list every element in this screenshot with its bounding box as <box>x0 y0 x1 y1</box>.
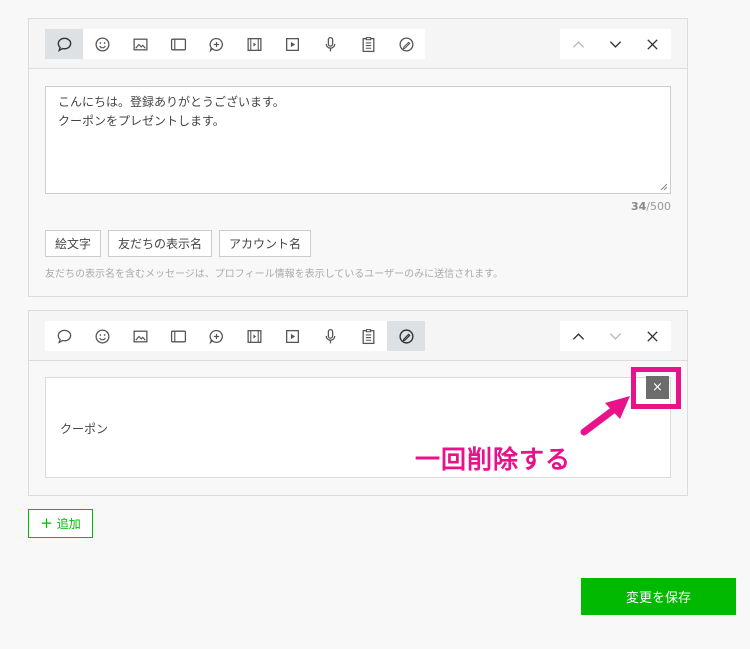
chevron-up-icon <box>572 332 585 340</box>
video-type-button[interactable] <box>235 321 273 351</box>
emoji-type-button[interactable] <box>83 321 121 351</box>
rich-message-type-button[interactable] <box>197 29 235 59</box>
chevron-down-icon <box>609 332 622 340</box>
card-type-button[interactable] <box>159 29 197 59</box>
text-type-button[interactable] <box>45 29 83 59</box>
add-message-button[interactable]: + 追加 <box>28 509 93 538</box>
coupon-type-button[interactable] <box>387 321 425 351</box>
text-bubble-icon <box>57 37 71 52</box>
resize-grip-icon[interactable] <box>660 183 668 191</box>
move-down-button[interactable] <box>597 29 634 59</box>
move-down-button[interactable] <box>597 321 634 351</box>
coupon-type-button[interactable] <box>387 29 425 59</box>
image-type-button[interactable] <box>121 321 159 351</box>
play-icon <box>285 329 299 343</box>
message-type-group <box>45 29 425 59</box>
play-icon <box>285 37 299 51</box>
template-type-button[interactable] <box>349 321 387 351</box>
rich-message-icon <box>208 329 223 344</box>
char-counter: 34/500 <box>631 200 671 213</box>
move-up-button[interactable] <box>560 321 597 351</box>
card-icon <box>170 38 186 50</box>
image-icon <box>132 38 148 50</box>
message-order-controls <box>560 321 671 351</box>
microphone-icon <box>325 36 335 51</box>
card-type-button[interactable] <box>159 321 197 351</box>
annotation-label: 一回削除する <box>415 445 572 474</box>
voice-type-button[interactable] <box>311 321 349 351</box>
microphone-icon <box>325 328 335 343</box>
message-card-1: こんにちは。登録ありがとうございます。 クーポンをプレゼントします。 34/50… <box>28 18 688 297</box>
chevron-down-icon <box>609 40 622 48</box>
clipboard-icon <box>362 36 374 52</box>
message-type-group <box>45 321 425 351</box>
card-icon <box>170 330 186 342</box>
coupon-label: クーポン <box>60 422 109 436</box>
move-up-button[interactable] <box>560 29 597 59</box>
image-type-button[interactable] <box>121 29 159 59</box>
video-frame-icon <box>246 37 262 51</box>
text-type-button[interactable] <box>45 321 83 351</box>
rich-message-icon <box>208 37 223 52</box>
message-type-toolbar <box>29 311 687 361</box>
message-text: こんにちは。登録ありがとうございます。 クーポンをプレゼントします。 <box>58 95 285 128</box>
annotation-arrow-icon <box>580 396 630 436</box>
char-count-max: /500 <box>646 200 671 213</box>
message-textarea[interactable]: こんにちは。登録ありがとうございます。 クーポンをプレゼントします。 <box>45 86 671 194</box>
image-icon <box>132 330 148 342</box>
insert-chips: 絵文字 友だちの表示名 アカウント名 <box>45 230 312 257</box>
save-changes-button[interactable]: 変更を保存 <box>581 578 736 615</box>
friend-name-insert-button[interactable]: 友だちの表示名 <box>108 230 213 257</box>
play-type-button[interactable] <box>273 29 311 59</box>
play-type-button[interactable] <box>273 321 311 351</box>
rich-message-type-button[interactable] <box>197 321 235 351</box>
add-button-label: 追加 <box>56 517 81 531</box>
coupon-icon <box>398 36 414 52</box>
char-count-current: 34 <box>630 200 647 213</box>
coupon-icon <box>398 328 414 344</box>
emoji-type-button[interactable] <box>83 29 121 59</box>
remove-message-button[interactable] <box>634 321 671 351</box>
emoji-icon <box>94 36 110 52</box>
clipboard-icon <box>362 328 374 344</box>
text-bubble-icon <box>57 329 71 344</box>
voice-type-button[interactable] <box>311 29 349 59</box>
video-frame-icon <box>246 329 262 343</box>
close-icon <box>647 330 658 342</box>
coupon-delete-button[interactable]: × <box>646 376 669 399</box>
message-type-toolbar <box>29 19 687 69</box>
message-order-controls <box>560 29 671 59</box>
account-name-insert-button[interactable]: アカウント名 <box>219 230 312 257</box>
plus-icon: + <box>40 514 53 532</box>
template-type-button[interactable] <box>349 29 387 59</box>
chevron-up-icon <box>572 40 585 48</box>
friend-name-note: 友だちの表示名を含むメッセージは、プロフィール情報を表示しているユーザーのみに送… <box>45 269 504 280</box>
close-icon <box>647 38 658 50</box>
remove-message-button[interactable] <box>634 29 671 59</box>
emoji-icon <box>94 328 110 344</box>
emoji-insert-button[interactable]: 絵文字 <box>45 230 102 257</box>
video-type-button[interactable] <box>235 29 273 59</box>
